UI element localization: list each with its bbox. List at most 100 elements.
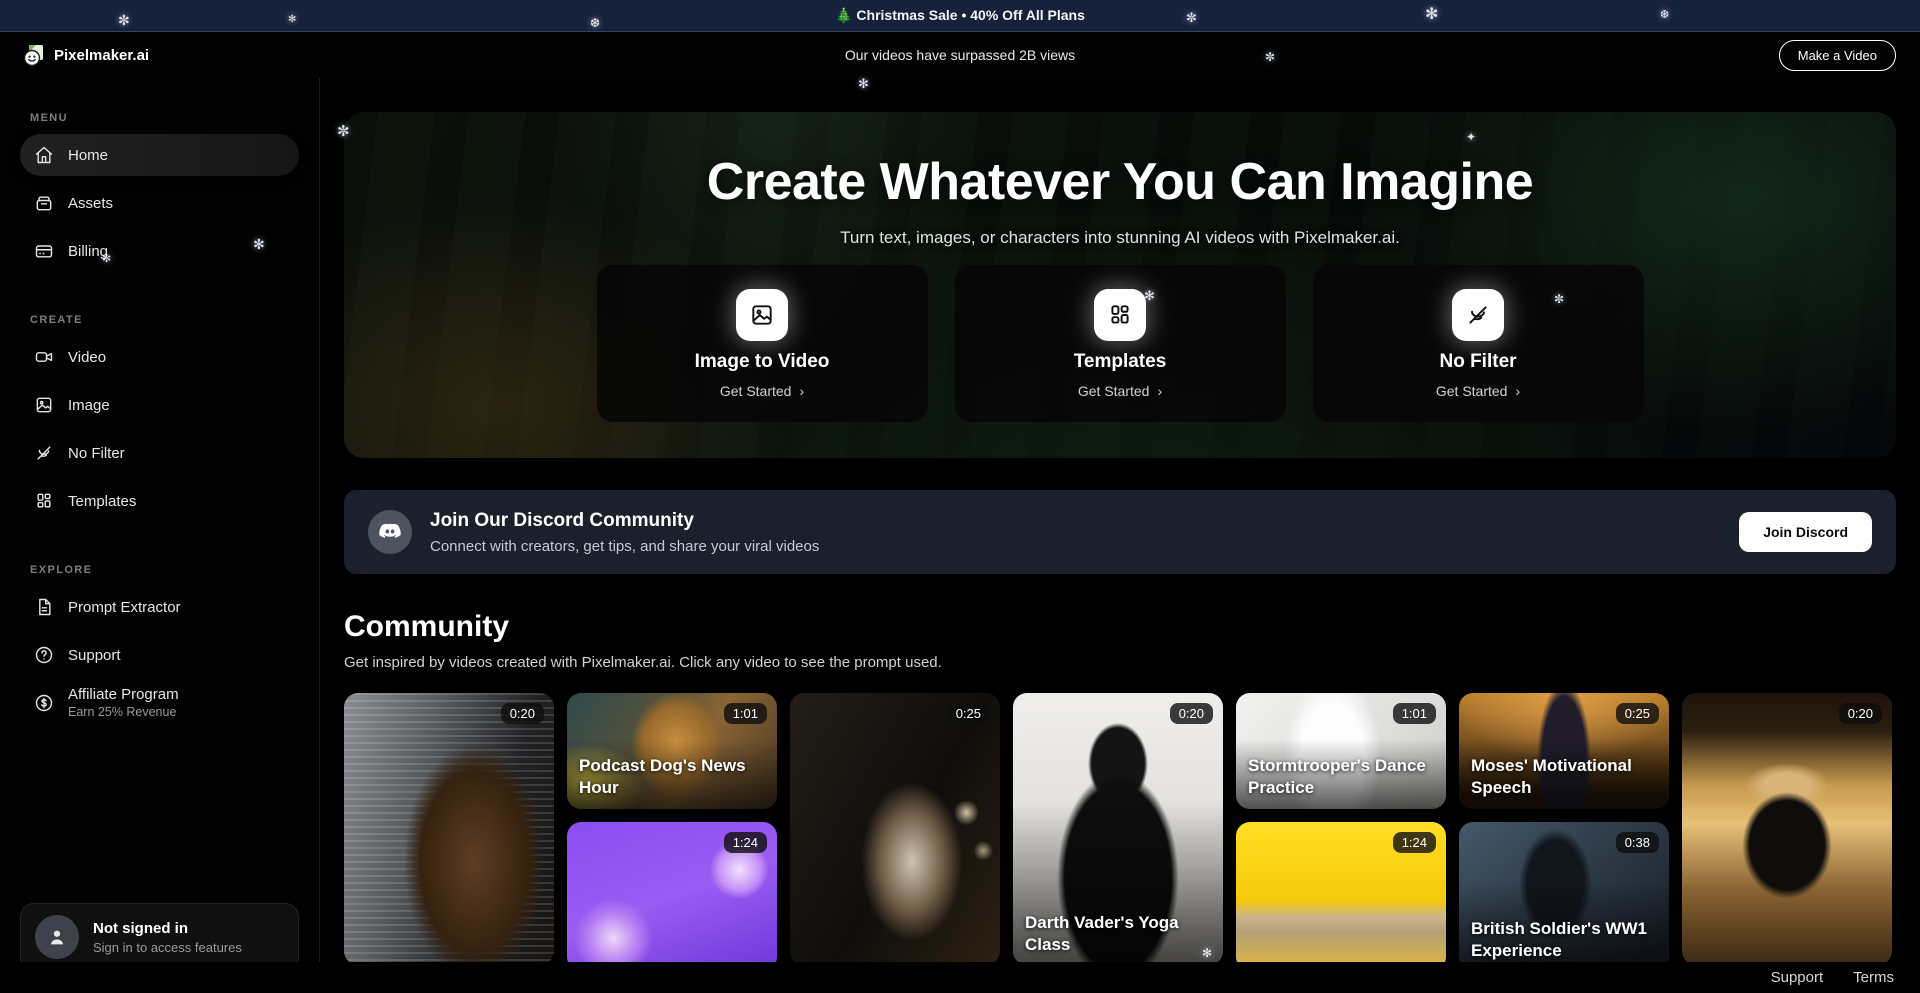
video-card-stormtrooper[interactable]: 1:01 Stormtrooper's Dance Practice xyxy=(1236,693,1446,809)
user-icon xyxy=(46,926,68,948)
video-icon xyxy=(34,347,54,367)
sidebar-item-image[interactable]: Image xyxy=(20,384,299,426)
grid-column: 1:01 Podcast Dog's News Hour 1:24 xyxy=(567,693,777,971)
image-to-video-icon xyxy=(736,289,788,341)
video-card-ww1-soldier[interactable]: 0:38 British Soldier's WW1 Experience xyxy=(1459,822,1669,971)
header-tagline: Our videos have surpassed 2B views xyxy=(0,47,1920,63)
sidebar-item-support[interactable]: Support xyxy=(20,634,299,676)
duration-badge: 0:25 xyxy=(1616,703,1659,724)
video-title: Podcast Dog's News Hour xyxy=(579,755,765,799)
sidebar-item-label: Home xyxy=(68,147,108,164)
footer-terms-link[interactable]: Terms xyxy=(1853,969,1894,986)
card-image-to-video[interactable]: Image to Video Get Started › xyxy=(597,265,928,422)
grid-column: 0:25 Moses' Motivational Speech 0:38 Bri… xyxy=(1459,693,1669,971)
grid-column: 0:20 xyxy=(344,693,554,971)
sidebar-item-home[interactable]: Home xyxy=(20,134,299,176)
sidebar-item-affiliate-program[interactable]: Affiliate Program Earn 25% Revenue xyxy=(20,682,299,724)
pixelmaker-app: 🎄 Christmas Sale • 40% Off All Plans Pix… xyxy=(0,0,1920,993)
sidebar-section-explore: EXPLORE xyxy=(30,564,299,576)
grid-column: 0:25 xyxy=(790,693,1000,971)
video-card-podcast-dog[interactable]: 1:01 Podcast Dog's News Hour xyxy=(567,693,777,809)
signin-subtitle: Sign in to access features xyxy=(93,940,242,955)
card-templates[interactable]: Templates Get Started › xyxy=(955,265,1286,422)
duration-badge: 0:38 xyxy=(1616,832,1659,853)
brand-name: Pixelmaker.ai xyxy=(54,47,149,64)
sidebar-item-label: No Filter xyxy=(68,445,125,462)
sidebar-item-sublabel: Earn 25% Revenue xyxy=(68,705,179,721)
duration-badge: 0:25 xyxy=(947,703,990,724)
get-started-link[interactable]: Get Started › xyxy=(720,383,804,399)
grid-column: 0:20 xyxy=(1682,693,1892,971)
signin-card[interactable]: Not signed in Sign in to access features xyxy=(20,903,299,971)
footer: Support Terms xyxy=(0,962,1920,993)
assets-icon xyxy=(34,193,54,213)
sidebar: MENU Home Assets Billing CREATE Video Im… xyxy=(0,78,320,993)
community-title: Community xyxy=(344,610,1896,644)
sidebar-item-label: Prompt Extractor xyxy=(68,599,181,616)
duration-badge: 0:20 xyxy=(501,703,544,724)
get-started-label: Get Started xyxy=(1436,383,1508,399)
footer-support-link[interactable]: Support xyxy=(1771,969,1824,986)
sidebar-item-video[interactable]: Video xyxy=(20,336,299,378)
hero-subtitle: Turn text, images, or characters into st… xyxy=(344,228,1896,248)
signin-text: Not signed in Sign in to access features xyxy=(93,920,242,955)
help-icon xyxy=(34,645,54,665)
join-discord-button[interactable]: Join Discord xyxy=(1739,512,1872,552)
sidebar-item-label: Assets xyxy=(68,195,113,212)
templates-icon xyxy=(34,491,54,511)
sidebar-item-label: Billing xyxy=(68,243,108,260)
discord-icon xyxy=(368,510,412,554)
video-card-bigfoot[interactable]: 0:20 xyxy=(344,693,554,965)
header: Pixelmaker.ai Our videos have surpassed … xyxy=(0,32,1920,78)
dollar-icon xyxy=(34,693,54,713)
sidebar-item-no-filter[interactable]: No Filter xyxy=(20,432,299,474)
video-card-wizard[interactable]: 0:25 xyxy=(790,693,1000,965)
templates-icon xyxy=(1094,289,1146,341)
video-card-lego-naruto[interactable]: 1:24 xyxy=(1236,822,1446,971)
community-video-grid: 0:20 1:01 Podcast Dog's News Hour 1:24 0… xyxy=(344,693,1896,971)
card-no-filter[interactable]: No Filter Get Started › xyxy=(1313,265,1644,422)
sidebar-item-templates[interactable]: Templates xyxy=(20,480,299,522)
hero-cards: Image to Video Get Started › Templates G… xyxy=(344,265,1896,422)
hero-title: Create Whatever You Can Imagine xyxy=(344,152,1896,212)
grid-column: 1:01 Stormtrooper's Dance Practice 1:24 xyxy=(1236,693,1446,971)
sidebar-item-assets[interactable]: Assets xyxy=(20,182,299,224)
video-title: British Soldier's WW1 Experience xyxy=(1471,918,1657,962)
get-started-link[interactable]: Get Started › xyxy=(1078,383,1162,399)
make-a-video-button[interactable]: Make a Video xyxy=(1779,40,1896,71)
promo-banner: 🎄 Christmas Sale • 40% Off All Plans xyxy=(0,0,1920,32)
get-started-link[interactable]: Get Started › xyxy=(1436,383,1520,399)
sidebar-section-menu: MENU xyxy=(30,112,299,124)
card-title: Image to Video xyxy=(695,351,830,373)
no-filter-icon xyxy=(1452,289,1504,341)
sidebar-item-label: Support xyxy=(68,647,121,664)
brand[interactable]: Pixelmaker.ai xyxy=(0,43,149,67)
video-title: Moses' Motivational Speech xyxy=(1471,755,1657,799)
card-title: Templates xyxy=(1074,351,1167,373)
chevron-right-icon: › xyxy=(799,383,804,399)
promo-banner-text: 🎄 Christmas Sale • 40% Off All Plans xyxy=(835,7,1085,24)
video-card-darth-vader[interactable]: 0:20 Darth Vader's Yoga Class xyxy=(1013,693,1223,965)
video-card-moses[interactable]: 0:25 Moses' Motivational Speech xyxy=(1459,693,1669,809)
discord-subtitle: Connect with creators, get tips, and sha… xyxy=(430,538,819,555)
main-content: Create Whatever You Can Imagine Turn tex… xyxy=(320,78,1920,993)
duration-badge: 1:01 xyxy=(724,703,767,724)
video-card-purple-abstract[interactable]: 1:24 xyxy=(567,822,777,971)
video-card-bartender[interactable]: 0:20 xyxy=(1682,693,1892,965)
sidebar-item-label: Video xyxy=(68,349,106,366)
get-started-label: Get Started xyxy=(1078,383,1150,399)
sidebar-item-billing[interactable]: Billing xyxy=(20,230,299,272)
discord-text: Join Our Discord Community Connect with … xyxy=(430,510,819,555)
discord-title: Join Our Discord Community xyxy=(430,510,819,532)
sidebar-item-label: Templates xyxy=(68,493,136,510)
sidebar-item-prompt-extractor[interactable]: Prompt Extractor xyxy=(20,586,299,628)
sidebar-item-label: Image xyxy=(68,397,110,414)
discord-banner: Join Our Discord Community Connect with … xyxy=(344,490,1896,574)
avatar xyxy=(35,915,79,959)
duration-badge: 1:01 xyxy=(1393,703,1436,724)
hero-section: Create Whatever You Can Imagine Turn tex… xyxy=(344,112,1896,458)
duration-badge: 1:24 xyxy=(1393,832,1436,853)
video-title: Stormtrooper's Dance Practice xyxy=(1248,755,1434,799)
document-icon xyxy=(34,597,54,617)
duration-badge: 1:24 xyxy=(724,832,767,853)
